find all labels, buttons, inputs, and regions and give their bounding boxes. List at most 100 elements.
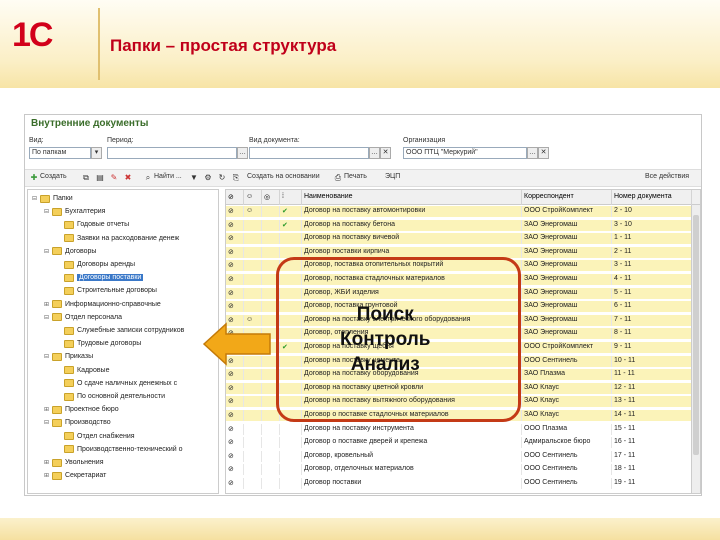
expand-toggle-icon[interactable]: ⊞: [44, 301, 52, 308]
table-row[interactable]: ⊘ ☺ ✔ Договор на поставку автомонтировки ООО…: [226, 206, 700, 217]
col-signed[interactable]: ⁞: [280, 190, 302, 205]
all-actions-button[interactable]: Все действия: [645, 173, 689, 180]
table-row[interactable]: ⊘ Договор, кровельный ООО Сентинель 17 - 11: [226, 450, 700, 462]
period-select-button[interactable]: …: [237, 147, 248, 159]
period-input[interactable]: [107, 147, 237, 159]
tree-node[interactable]: Трудовые договоры: [56, 338, 141, 349]
settings-icon[interactable]: ⚙: [203, 173, 213, 183]
tree-node[interactable]: Договоры аренды: [56, 259, 135, 270]
find-button[interactable]: Найти ...: [154, 173, 182, 180]
status-cell: [262, 219, 280, 231]
signed-check-icon: [280, 464, 302, 476]
expand-toggle-icon[interactable]: ⊟: [44, 419, 52, 426]
expand-toggle-icon[interactable]: ⊟: [44, 353, 52, 360]
view-select[interactable]: По папкам: [29, 147, 91, 159]
refresh-icon[interactable]: ↻: [217, 173, 227, 183]
author-icon: [244, 287, 262, 299]
tree-node[interactable]: Строительные договоры: [56, 285, 157, 296]
doctype-input[interactable]: [249, 147, 369, 159]
expand-toggle-icon[interactable]: ⊞: [44, 472, 52, 479]
correspondent-cell: ЗАО Энергомаш: [522, 233, 612, 245]
tree-node-label: Производственно-технический о: [77, 445, 183, 453]
tree-node[interactable]: ⊞ Информационно-справочные: [44, 299, 161, 310]
author-icon: [244, 410, 262, 421]
correspondent-cell: ЗАО Энергомаш: [522, 314, 612, 326]
create-button[interactable]: Создать: [40, 173, 67, 180]
tree-node[interactable]: ⊟ Договоры: [44, 246, 96, 257]
folder-icon: [64, 392, 74, 401]
col-status[interactable]: ◎: [262, 190, 280, 205]
tree-node-label: Отдел персонала: [65, 313, 122, 321]
tree-node[interactable]: Отдел снабжения: [56, 431, 135, 442]
attach-icon: ⊘: [226, 246, 244, 258]
col-correspondent[interactable]: Корреспондент: [522, 190, 612, 205]
tree-node[interactable]: ⊞ Проектное бюро: [44, 404, 119, 415]
expand-toggle-icon[interactable]: ⊟: [44, 208, 52, 215]
filter-icon[interactable]: ▼: [189, 173, 199, 183]
expand-toggle-icon[interactable]: ⊟: [44, 314, 52, 321]
tree-node[interactable]: ⊟ Бухгалтерия: [44, 206, 105, 217]
org-select-button[interactable]: …: [527, 147, 538, 159]
folder-icon: [64, 339, 74, 348]
tree-node[interactable]: Договоры поставки: [56, 272, 144, 283]
edit-icon[interactable]: ✎: [109, 173, 119, 183]
org-clear-button[interactable]: ✕: [538, 147, 549, 159]
table-row[interactable]: ⊘ Договор о поставке дверей и крепежа Адми…: [226, 437, 700, 449]
filter-bar: Вид: По папкам ▾ Период: … Вид документа…: [25, 137, 701, 167]
toolbar: ✚ Создать ⧉ ▤ ✎ ✖ ⌕ Найти ... ▼ ⚙ ↻ ⎘ Со…: [25, 169, 701, 187]
attach-icon[interactable]: ⎘: [231, 173, 241, 183]
tree-node[interactable]: ⊞ Секретариат: [44, 470, 106, 481]
tree-node[interactable]: О сдаче наличных денежных с: [56, 378, 177, 389]
scrollbar-thumb[interactable]: [693, 215, 699, 455]
delete-icon[interactable]: ✖: [123, 173, 133, 183]
tree-node[interactable]: ⊞ Увольнения: [44, 457, 104, 468]
doctype-clear-button[interactable]: ✕: [380, 147, 391, 159]
col-doc-number[interactable]: Номер документа: [612, 190, 692, 205]
doc-number-cell: 10 - 11: [612, 355, 692, 367]
attach-icon: ⊘: [226, 219, 244, 231]
tree-node[interactable]: ⊟ Отдел персонала: [44, 312, 122, 323]
org-input[interactable]: ООО ПТЦ "Меркурий": [403, 147, 527, 159]
table-row[interactable]: ⊘ Договор на поставку вичевой ЗАО Энергома…: [226, 233, 700, 245]
status-cell: [262, 423, 280, 435]
tree-node[interactable]: ⊟ Приказы: [44, 351, 93, 362]
tree-node[interactable]: По основной деятельности: [56, 391, 165, 402]
table-row[interactable]: ⊘ Договор, отделочных материалов ООО Сенти…: [226, 464, 700, 476]
expand-toggle-icon[interactable]: ⊟: [32, 195, 40, 202]
table-row[interactable]: ⊘ Договор поставки ООО Сентинель 19 - 11: [226, 478, 700, 489]
status-cell: [262, 478, 280, 489]
tree-node[interactable]: Служебные записки сотрудников: [56, 325, 184, 336]
create-icon: ✚: [30, 173, 38, 182]
tree-node[interactable]: Заявки на расходование денеж: [56, 233, 179, 244]
view-dropdown-button[interactable]: ▾: [91, 147, 102, 159]
author-icon: [244, 246, 262, 258]
folder-icon: [64, 260, 74, 269]
folder-icon: [52, 458, 62, 467]
create-basis-button[interactable]: Создать на основании: [247, 173, 320, 180]
table-row[interactable]: ⊘ Договор на поставку инструмента ООО Плаз…: [226, 423, 700, 435]
col-name[interactable]: Наименование: [302, 190, 522, 205]
expand-toggle-icon[interactable]: ⊟: [44, 248, 52, 255]
ecp-button[interactable]: ЭЦП: [385, 173, 400, 180]
tree-node[interactable]: Годовые отчеты: [56, 219, 129, 230]
col-attach[interactable]: ⊘: [226, 190, 244, 205]
correspondent-cell: ЗАО Энергомаш: [522, 301, 612, 313]
grid-scrollbar[interactable]: [691, 205, 700, 493]
folder-icon[interactable]: ▤: [95, 173, 105, 183]
attach-icon: ⊘: [226, 464, 244, 476]
header-divider: [98, 8, 100, 80]
correspondent-cell: ЗАО Клаус: [522, 410, 612, 421]
doctype-select-button[interactable]: …: [369, 147, 380, 159]
tree-node[interactable]: Производственно-технический о: [56, 444, 183, 455]
print-button[interactable]: Печать: [344, 173, 367, 180]
expand-toggle-icon[interactable]: ⊞: [44, 406, 52, 413]
tree-node[interactable]: ⊟ Папки: [32, 193, 73, 204]
table-row[interactable]: ⊘ ✔ Договор на поставку бетона ЗАО Энергома…: [226, 219, 700, 231]
tree-node-label: О сдаче наличных денежных с: [77, 379, 178, 387]
copy-icon[interactable]: ⧉: [81, 173, 91, 183]
expand-toggle-icon[interactable]: ⊞: [44, 459, 52, 466]
tree-node[interactable]: ⊟ Производство: [44, 417, 111, 428]
col-author[interactable]: ☺: [244, 190, 262, 205]
tree-node[interactable]: Кадровые: [56, 365, 109, 376]
correspondent-cell: ООО Плазма: [522, 423, 612, 435]
